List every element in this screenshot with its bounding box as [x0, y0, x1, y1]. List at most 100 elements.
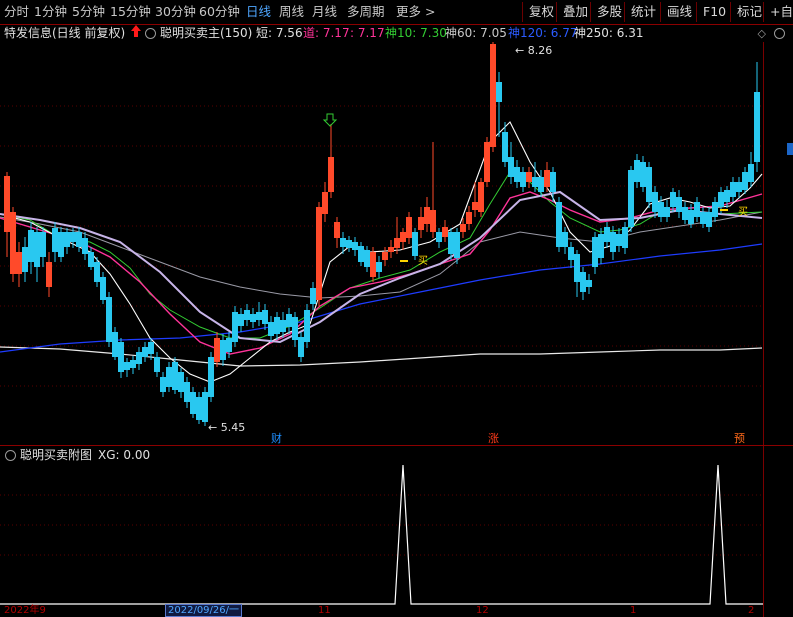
candle-body — [448, 232, 454, 254]
candle-body — [466, 212, 472, 224]
event-marker-2: 预 — [734, 432, 745, 445]
candle-body — [544, 170, 550, 187]
candle-body — [568, 247, 574, 260]
candle-body — [94, 262, 100, 282]
candle-body — [562, 232, 568, 247]
shen250-value: 神250: 6.31 — [574, 26, 644, 40]
candle-body — [202, 392, 208, 422]
shen10-value: 神10: 7.30 — [385, 26, 447, 40]
period-tab-5[interactable]: 60分钟 — [199, 3, 240, 21]
candle-body — [154, 357, 160, 372]
period-tab-3[interactable]: 15分钟 — [110, 3, 151, 21]
candle-body — [298, 337, 304, 357]
high-price-label: ← 8.26 — [515, 44, 552, 57]
candle-body — [532, 177, 538, 187]
candle-body — [520, 172, 526, 187]
candle-body — [340, 238, 346, 247]
shen120-value: 神120: 6.77 — [508, 26, 578, 40]
candle-body — [628, 170, 634, 227]
candle-body — [724, 190, 730, 202]
candle-body — [418, 217, 424, 230]
event-marker-1: 涨 — [488, 432, 499, 445]
toolbar-button-5[interactable]: F10 — [696, 2, 732, 22]
toolbar-button-4[interactable]: 画线 — [660, 2, 698, 22]
candle-body — [142, 347, 148, 357]
candle-body — [160, 377, 166, 392]
toolbar-button-3[interactable]: 统计 — [624, 2, 662, 22]
settings-circle-icon[interactable] — [774, 28, 785, 39]
candle-body — [430, 210, 436, 232]
candle-body — [496, 82, 502, 102]
candle-body — [646, 167, 652, 202]
candle-body — [4, 176, 10, 232]
candle-body — [250, 314, 256, 322]
shen60-value: 神60: 7.05 — [445, 26, 507, 40]
candle-body — [88, 252, 94, 267]
candle-body — [184, 382, 190, 402]
toolbar-button-7[interactable]: +自选 — [763, 2, 793, 22]
period-tab-0[interactable]: 分时 — [4, 3, 29, 21]
indicator-toggle-icon[interactable] — [145, 28, 156, 39]
period-tab-4[interactable]: 30分钟 — [155, 3, 196, 21]
candle-body — [214, 338, 220, 362]
candle-body — [304, 310, 310, 342]
candle-body — [292, 317, 298, 340]
candle-body — [124, 362, 130, 370]
candle-body — [76, 232, 82, 247]
sub-signal-chart[interactable] — [0, 463, 763, 605]
candle-body — [412, 232, 418, 256]
period-tab-2[interactable]: 5分钟 — [72, 3, 105, 21]
candle-body — [538, 177, 544, 192]
candle-body — [172, 362, 178, 390]
candle-body — [436, 232, 442, 242]
event-marker-0: 财 — [271, 431, 282, 445]
diamond-icon[interactable]: ◇ — [758, 27, 766, 40]
toolbar-button-2[interactable]: 多股 — [590, 2, 628, 22]
right-divider — [763, 42, 764, 617]
candle-body — [550, 172, 556, 192]
candle-body — [364, 250, 370, 267]
candle-body — [346, 240, 352, 248]
indicator-name[interactable]: 聪明买卖主(150) — [160, 24, 252, 42]
candle-body — [508, 157, 514, 177]
candle-body — [616, 234, 622, 246]
date-label-4: 12 — [476, 605, 489, 616]
candle-body — [370, 252, 376, 277]
period-tab-10[interactable]: 更多 > — [396, 3, 435, 21]
candle-body — [118, 342, 124, 372]
period-tab-1[interactable]: 1分钟 — [34, 3, 67, 21]
candle-body — [286, 314, 292, 327]
candle-body — [610, 232, 616, 252]
candle-body — [586, 280, 592, 287]
candle-body — [232, 312, 238, 342]
sub-toggle-icon[interactable] — [5, 450, 16, 461]
buy-signal-label: 买 — [418, 255, 428, 267]
period-toolbar: 分时 1分钟 5分钟 15分钟 30分钟 60分钟 日线 周线 月线 多周期 更多 > 复权 叠加 多股… — [0, 0, 793, 25]
stock-title: 特发信息(日线 前复权) — [4, 26, 126, 40]
candle-body — [316, 207, 322, 300]
candle-body — [676, 197, 682, 212]
xg-value: XG: 0.00 — [98, 448, 151, 462]
candle-body — [652, 192, 658, 212]
date-label-3: 11 — [318, 605, 331, 616]
sub-title[interactable]: 聪明买卖附图 — [20, 447, 92, 463]
candle-body — [400, 232, 406, 242]
candle-body — [688, 210, 694, 224]
candle-body — [700, 212, 706, 224]
candle-body — [46, 262, 52, 287]
candle-body — [226, 338, 232, 352]
period-tab-9[interactable]: 多周期 — [347, 3, 385, 21]
candle-body — [748, 164, 754, 182]
candlestick-chart[interactable]: ← 8.26← 5.45买买财涨预 — [0, 42, 763, 446]
candle-body — [244, 310, 250, 320]
candle-body — [754, 92, 760, 162]
toolbar-button-0[interactable]: 复权 — [522, 2, 560, 22]
toolbar-button-1[interactable]: 叠加 — [556, 2, 594, 22]
period-tab-7[interactable]: 周线 — [279, 3, 304, 21]
candle-body — [718, 192, 724, 207]
candle-body — [358, 246, 364, 262]
period-tab-6[interactable]: 日线 — [246, 3, 271, 21]
period-tab-8[interactable]: 月线 — [312, 3, 337, 21]
candle-body — [490, 44, 496, 147]
candle-body — [502, 132, 508, 162]
